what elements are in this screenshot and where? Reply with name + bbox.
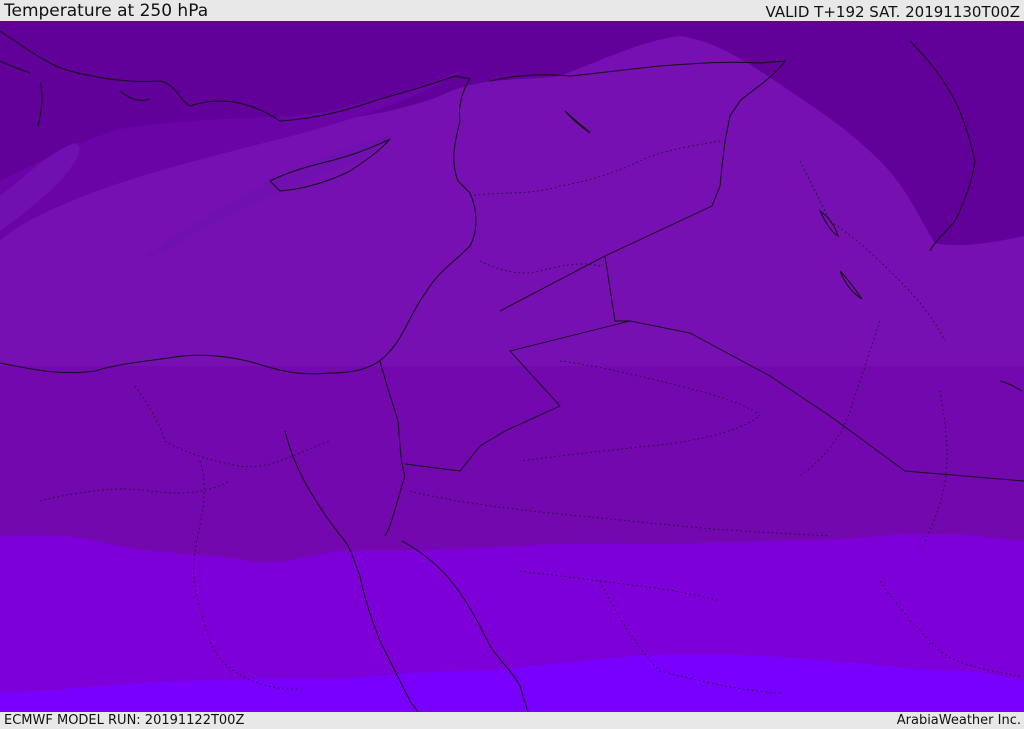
temperature-zone-middle [0, 366, 1024, 563]
model-run-label: ECMWF MODEL RUN: 20191122T00Z [4, 713, 245, 728]
map-canvas [0, 21, 1024, 712]
map-title: Temperature at 250 hPa [4, 1, 209, 21]
valid-time: VALID T+192 SAT. 20191130T00Z [765, 3, 1020, 21]
weather-map[interactable] [0, 21, 1024, 712]
credit-label: ArabiaWeather Inc. [896, 713, 1021, 728]
footer-bar: ECMWF MODEL RUN: 20191122T00Z ArabiaWeat… [0, 712, 1024, 729]
header-bar: Temperature at 250 hPa VALID T+192 SAT. … [0, 0, 1024, 21]
